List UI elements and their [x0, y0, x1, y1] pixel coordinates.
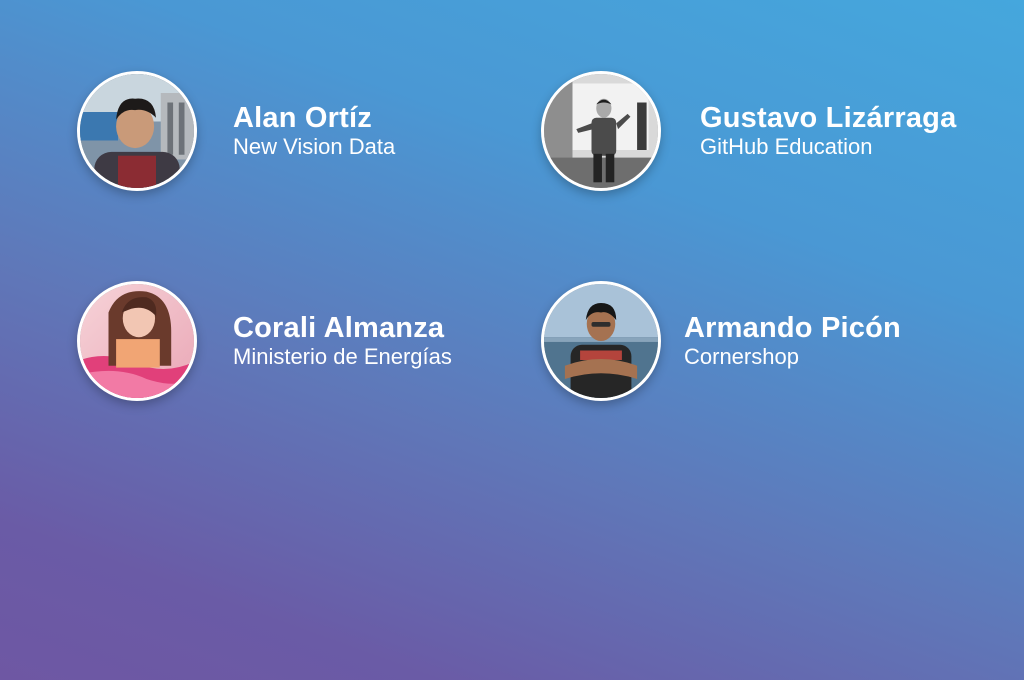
- avatar: [541, 281, 661, 401]
- speaker-organization: Ministerio de Energías: [233, 344, 452, 369]
- speaker-organization: Cornershop: [684, 344, 799, 369]
- avatar: [541, 71, 661, 191]
- speaker-card-alan: Alan Ortíz New Vision Data: [77, 71, 395, 191]
- speaker-name: Alan Ortíz: [233, 102, 372, 134]
- avatar: [77, 281, 197, 401]
- speaker-card-armando: Armando Picón Cornershop: [541, 281, 901, 401]
- speaker-name: Armando Picón: [684, 312, 901, 344]
- avatar: [77, 71, 197, 191]
- speaker-card-corali: Corali Almanza Ministerio de Energías: [77, 281, 452, 401]
- speaker-name: Gustavo Lizárraga: [700, 102, 957, 134]
- speaker-name: Corali Almanza: [233, 312, 445, 344]
- speaker-organization: GitHub Education: [700, 134, 873, 159]
- speaker-organization: New Vision Data: [233, 134, 396, 159]
- speaker-card-gustavo: Gustavo Lizárraga GitHub Education: [541, 71, 956, 191]
